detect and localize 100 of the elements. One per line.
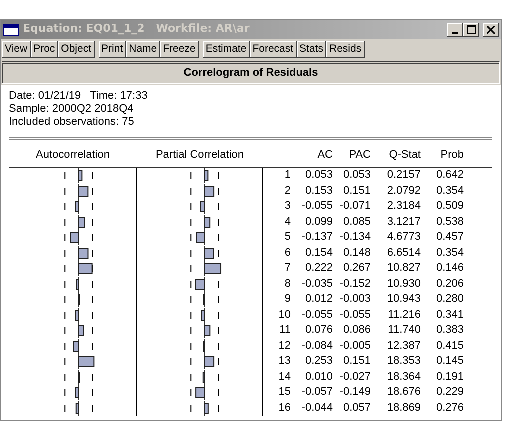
toolbar-button[interactable]: Stats (296, 41, 326, 58)
table-cell-text: 0.086 (342, 323, 371, 338)
table-cell-text: 0.153 (304, 184, 333, 198)
toolbar-button[interactable]: Resids (326, 41, 365, 58)
table-cell-text: 7 (284, 261, 291, 276)
table-cell-text: -0.005 (338, 338, 371, 354)
column-header: Autocorrelation (35, 148, 111, 162)
table-cell-text: 0.191 (435, 370, 464, 384)
toolbar-button[interactable]: Object (58, 41, 95, 58)
table-cell-text: 10.943 (386, 292, 421, 307)
table-cell-text: 0.2157 (386, 168, 421, 183)
maximize-icon (466, 25, 476, 34)
close-button[interactable] (483, 22, 499, 36)
table-cell-text: 0.509 (435, 199, 464, 214)
column-header: Prob (440, 148, 464, 162)
table-cell-text: 2.0792 (386, 184, 421, 198)
window-icon (3, 24, 19, 36)
table-cell-text: 1 (284, 168, 291, 183)
correlation-bar (78, 325, 84, 336)
table-cell-text: -0.137 (300, 230, 333, 245)
toolbar-button[interactable]: Estimate (202, 41, 250, 58)
minimize-button[interactable] (447, 22, 463, 36)
correlation-bar (76, 402, 80, 414)
toolbar-button[interactable]: Proc (30, 41, 58, 58)
table-cell-text: 0.267 (342, 261, 371, 276)
table-cell-text: -0.035 (300, 276, 333, 292)
table-cell-text: 0.538 (435, 214, 464, 230)
table-cell-text: 18.364 (386, 370, 421, 384)
table-cell-text: 11.740 (387, 323, 421, 338)
column-header: AC (316, 148, 333, 162)
table-cell-text: 4.6773 (386, 230, 421, 245)
toolbar-button[interactable]: Forecast (250, 41, 297, 58)
table-cell-text: 10.827 (386, 261, 421, 276)
table-cell-text: 0.012 (304, 292, 333, 307)
table-cell-text: 2.3184 (386, 199, 421, 214)
correlation-bar (204, 325, 211, 336)
table-cell-text: -0.149 (338, 385, 371, 400)
table-cell-text: 0.253 (304, 354, 333, 369)
table-cell-text: 10 (278, 308, 291, 322)
correlation-bar (195, 278, 206, 290)
table-cell-text: 0.642 (435, 168, 464, 183)
table-cell-text: 18.869 (386, 400, 421, 416)
correlation-bar (75, 310, 80, 320)
table-cell-text: 0.146 (435, 261, 464, 276)
table-cell-text: 11 (278, 323, 291, 338)
table-cell-text: 5 (284, 230, 291, 245)
table-cell-text: 0.206 (435, 276, 464, 292)
column-header: PAC (348, 148, 371, 162)
table-cell-text: 18.676 (386, 385, 421, 400)
table-cell-text: 12 (278, 338, 291, 354)
correlation-bar (196, 232, 206, 243)
correlation-bar (204, 402, 209, 414)
table-cell-text: 0.229 (435, 385, 464, 400)
correlation-bar (204, 356, 215, 367)
table-cell-text: 6 (284, 246, 291, 260)
table-cell-text: 0.222 (304, 261, 333, 276)
table-cell-text: 3 (284, 199, 291, 214)
table-cell-text: 0.085 (342, 214, 371, 230)
table-cell-text: -0.152 (338, 276, 371, 292)
table-cell-text: 0.415 (435, 338, 464, 354)
table-cell-text: -0.055 (338, 308, 371, 322)
table-cell-text: 11.216 (387, 308, 421, 322)
table-cell-text: 0.154 (304, 246, 333, 260)
toolbar-button[interactable]: Print (98, 41, 126, 58)
correlation-bar (73, 340, 80, 352)
table-cell-text: -0.055 (300, 199, 333, 214)
toolbar-button[interactable]: Name (126, 41, 160, 58)
table-cell-text: 0.053 (342, 168, 371, 183)
correlation-bar (78, 170, 83, 181)
table-cell-text: 16 (278, 400, 291, 416)
correlation-bar (204, 263, 222, 274)
table-cell-text: 0.341 (435, 308, 464, 322)
table-cell-text: 0.383 (435, 323, 464, 338)
table-cell-text: 0.010 (304, 370, 333, 384)
table-cell-text: 0.099 (304, 214, 333, 230)
correlation-bar (204, 248, 214, 258)
table-cell-text: -0.084 (300, 338, 333, 354)
window-title: Equation: EQ01_1_2 Workfile: AR\ar (23, 21, 250, 38)
table-cell-text: 3.1217 (386, 214, 421, 230)
info-line: Included observations: 75 (9, 116, 136, 128)
maximize-button[interactable] (463, 22, 479, 36)
table-cell-text: 0.280 (435, 292, 464, 307)
table-cell-text: -0.027 (338, 370, 371, 384)
toolbar-button[interactable]: View (2, 41, 31, 58)
correlation-bar (78, 248, 89, 258)
correlation-bar (78, 216, 86, 228)
table-cell-text: 8 (284, 276, 291, 292)
table-cell-text: 15 (278, 385, 291, 400)
minimize-icon (452, 32, 458, 34)
correlation-bar (78, 356, 95, 367)
correlation-bar (204, 186, 215, 196)
correlation-bar (75, 387, 80, 398)
table-cell-text: 9 (284, 292, 291, 307)
table-cell-text: 0.354 (435, 246, 464, 260)
toolbar-button[interactable]: Freeze (160, 41, 199, 58)
table-cell-text: -0.044 (300, 400, 333, 416)
table-cell-text: -0.134 (338, 230, 371, 245)
table-cell-text: 0.276 (435, 400, 464, 416)
table-cell-text: -0.071 (338, 199, 371, 214)
table-cell-text: 0.148 (342, 246, 371, 260)
